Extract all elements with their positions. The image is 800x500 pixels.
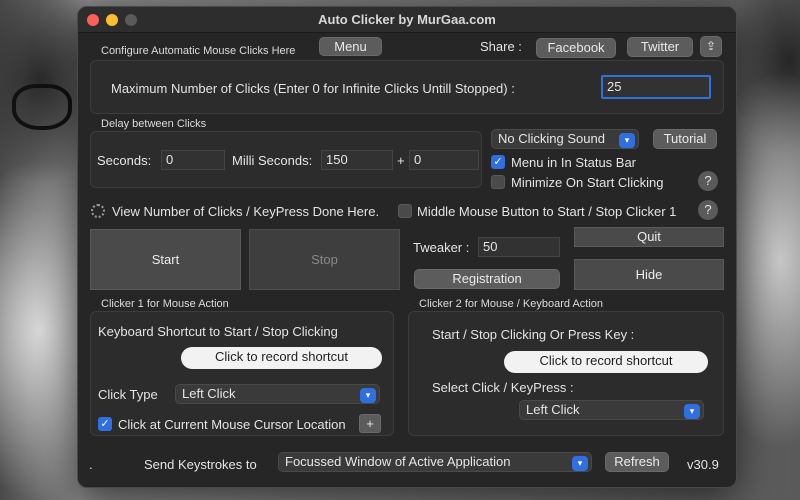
hide-button[interactable]: Hide bbox=[574, 259, 724, 290]
help-button-minimize[interactable]: ? bbox=[698, 171, 718, 191]
send-keystrokes-value: Focussed Window of Active Application bbox=[285, 454, 511, 469]
configure-label: Configure Automatic Mouse Clicks Here bbox=[101, 45, 296, 57]
menu-status-bar-checkbox[interactable]: ✓ bbox=[491, 155, 505, 169]
clicker1-group: Keyboard Shortcut to Start / Stop Clicki… bbox=[90, 311, 394, 436]
milliseconds-input[interactable]: 150 bbox=[321, 150, 393, 170]
chevron-down-icon: ▾ bbox=[360, 388, 376, 403]
click-type-value: Left Click bbox=[182, 386, 236, 401]
minimize-on-start-label: Minimize On Start Clicking bbox=[511, 175, 664, 190]
tweaker-input[interactable]: 50 bbox=[478, 237, 560, 257]
delay-group-label: Delay between Clicks bbox=[101, 118, 207, 130]
menu-button[interactable]: Menu bbox=[319, 37, 382, 56]
extra-delay-input[interactable]: 0 bbox=[409, 150, 479, 170]
max-clicks-input[interactable]: 25 bbox=[601, 75, 711, 99]
cursor-location-label: Click at Current Mouse Cursor Location bbox=[118, 417, 346, 432]
stop-button[interactable]: Stop bbox=[249, 229, 400, 290]
tutorial-button[interactable]: Tutorial bbox=[653, 129, 717, 149]
plus-label: + bbox=[397, 153, 405, 168]
title-bar: Auto Clicker by MurGaa.com bbox=[78, 7, 736, 33]
version-label: v30.9 bbox=[687, 457, 719, 472]
tweaker-label: Tweaker : bbox=[413, 240, 470, 255]
start-button[interactable]: Start bbox=[90, 229, 241, 290]
app-window: Auto Clicker by MurGaa.com Configure Aut… bbox=[77, 6, 737, 488]
max-clicks-label: Maximum Number of Clicks (Enter 0 for In… bbox=[111, 81, 515, 96]
click-type-label: Click Type bbox=[98, 387, 158, 402]
record-shortcut-button-2[interactable]: Click to record shortcut bbox=[504, 351, 708, 373]
delay-group: Seconds: 0 Milli Seconds: 150 + 0 bbox=[90, 131, 482, 188]
spinner-icon bbox=[91, 204, 105, 218]
quit-button[interactable]: Quit bbox=[574, 227, 724, 247]
chevron-down-icon: ▾ bbox=[572, 456, 588, 471]
cursor-location-checkbox[interactable]: ✓ bbox=[98, 417, 112, 431]
add-location-button[interactable]: + bbox=[359, 414, 381, 433]
share-label: Share : bbox=[480, 39, 522, 54]
clicking-sound-value: No Clicking Sound bbox=[498, 131, 605, 146]
click-type-select[interactable]: Left Click ▾ bbox=[175, 384, 380, 404]
start-stop-key-label: Start / Stop Clicking Or Press Key : bbox=[432, 327, 635, 342]
menu-status-bar-label: Menu in In Status Bar bbox=[511, 155, 637, 170]
seconds-label: Seconds: bbox=[97, 153, 152, 168]
window-title: Auto Clicker by MurGaa.com bbox=[318, 12, 496, 27]
minimize-on-start-checkbox[interactable] bbox=[491, 175, 505, 189]
send-keystrokes-select[interactable]: Focussed Window of Active Application ▾ bbox=[278, 452, 592, 472]
chevron-down-icon: ▾ bbox=[619, 133, 635, 148]
select-click-value: Left Click bbox=[526, 402, 580, 417]
record-shortcut-button-1[interactable]: Click to record shortcut bbox=[181, 347, 382, 369]
clicker2-group-label: Clicker 2 for Mouse / Keyboard Action bbox=[419, 298, 604, 310]
max-clicks-group: Maximum Number of Clicks (Enter 0 for In… bbox=[90, 60, 724, 114]
keyboard-shortcut-label: Keyboard Shortcut to Start / Stop Clicki… bbox=[98, 324, 338, 339]
middle-mouse-label: Middle Mouse Button to Start / Stop Clic… bbox=[417, 204, 677, 219]
select-click-label: Select Click / KeyPress : bbox=[432, 380, 574, 395]
facebook-button[interactable]: Facebook bbox=[536, 38, 616, 58]
middle-mouse-checkbox[interactable] bbox=[398, 204, 412, 218]
seconds-input[interactable]: 0 bbox=[161, 150, 225, 170]
clicker1-group-label: Clicker 1 for Mouse Action bbox=[101, 298, 229, 310]
footer-dot: . bbox=[89, 457, 93, 472]
help-button-middle-mouse[interactable]: ? bbox=[698, 200, 718, 220]
twitter-button[interactable]: Twitter bbox=[627, 37, 693, 57]
clicking-sound-select[interactable]: No Clicking Sound ▾ bbox=[491, 129, 639, 149]
share-icon[interactable]: ⇪ bbox=[700, 36, 722, 57]
send-keystrokes-label: Send Keystrokes to bbox=[144, 457, 257, 472]
registration-button[interactable]: Registration bbox=[414, 269, 560, 289]
clicker2-group: Start / Stop Clicking Or Press Key : Cli… bbox=[408, 311, 724, 436]
refresh-button[interactable]: Refresh bbox=[605, 452, 669, 472]
select-click-select[interactable]: Left Click ▾ bbox=[519, 400, 704, 420]
chevron-down-icon: ▾ bbox=[684, 404, 700, 419]
clicks-done-status: View Number of Clicks / KeyPress Done He… bbox=[112, 204, 380, 219]
background-photo-detail bbox=[12, 84, 72, 130]
milliseconds-label: Milli Seconds: bbox=[232, 153, 313, 168]
